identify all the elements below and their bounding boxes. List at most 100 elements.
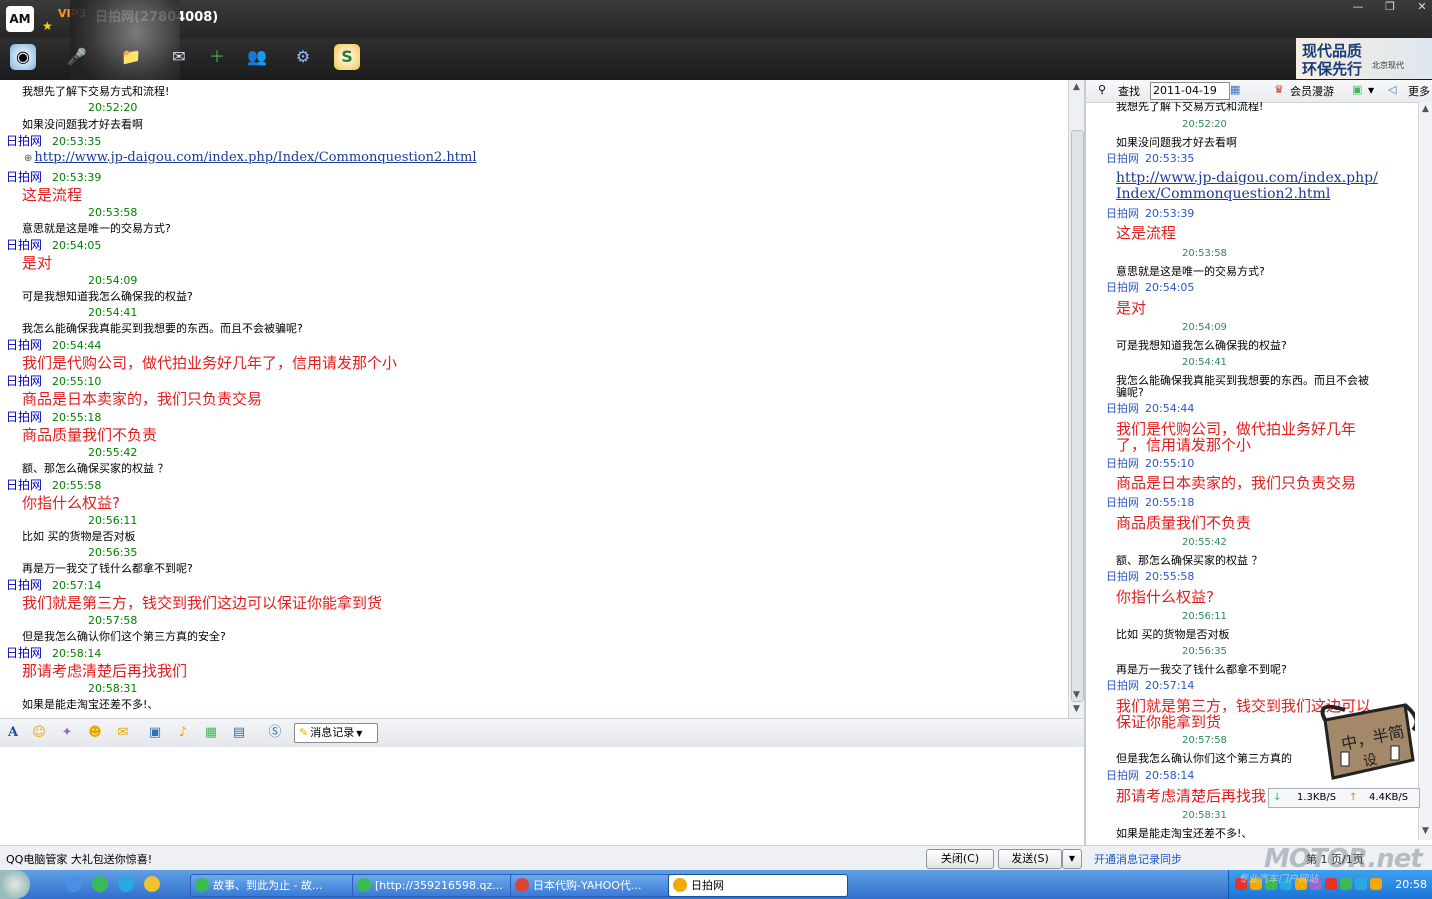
sender-name: 日拍网 [6,374,43,388]
history-row: 日拍网 20:55:10 [1106,455,1194,471]
export-icon[interactable]: ▣ [1352,83,1362,96]
chat-message-area[interactable]: 我想先了解下交易方式和流程! 20:52:20 如果没问题我才好去看啊 日拍网 20:5… [0,80,1068,718]
chat-row: 日拍网 20:55:10 [6,372,101,389]
volume-icon[interactable]: ◁ [1388,83,1396,96]
search-icon[interactable]: ⚲ [1098,83,1106,96]
magic-emoji-icon[interactable]: ✦ [58,724,76,742]
taskbar-button[interactable]: 日拍网 [668,874,848,897]
maximize-button[interactable]: ❐ [1376,0,1404,14]
chat-row: 日拍网 20:55:58 [6,476,101,493]
settings-icon[interactable]: ⚙ [290,44,316,70]
more-label[interactable]: 更多 [1408,83,1430,99]
taskbar-button[interactable]: 日本代购-YAHOO代... [510,874,686,897]
watermark-subtitle: 专业汽车门户网站 [1238,874,1318,885]
qq-penguin-icon[interactable] [144,876,160,892]
timestamp: 20:58:14 [1145,769,1195,782]
upload-icon: ↑ [1349,792,1358,803]
screenshot-icon[interactable]: ▣ [146,724,164,742]
timestamp: 20:56:11 [1182,611,1227,622]
member-roam-label[interactable]: 会员漫游 [1290,83,1334,99]
chat-row: 20:56:35 [88,545,137,559]
message-text: 你指什么权益? [22,494,120,512]
send-options-chevron-icon[interactable]: ▼ [1062,849,1082,869]
history-scrollbar[interactable]: ▲ ▼ [1418,102,1432,840]
timestamp: 20:56:35 [1182,646,1227,657]
message-text: 商品质量我们不负责 [1116,514,1252,532]
message-history-button[interactable]: ✎ 消息记录 ▼ [294,723,378,743]
chat-row: 如果是能走淘宝还差不多!、 [22,696,158,712]
send-button[interactable]: 发送(S) [998,849,1062,869]
chat-row: 商品是日本卖家的，我们只负责交易 [22,388,262,409]
chat-row: 20:57:58 [88,613,137,627]
voice-call-icon[interactable]: 🎤 [64,44,90,70]
taskbar-label: 日本代购-YAHOO代... [533,879,642,892]
start-button[interactable] [0,870,30,899]
chat-row: 我怎么能确保我真能买到我想要的东西。而且不会被骗呢? [22,320,303,336]
message-text: 我想先了解下交易方式和流程! [22,85,170,98]
scrollbar-thumb[interactable] [1071,130,1084,702]
app-add-icon[interactable]: ＋ [204,44,230,70]
chat-scrollbar[interactable]: ▲ ▼ ▼ [1068,80,1085,718]
taskbar-app-icon [515,878,529,892]
group-chat-icon[interactable]: 👥 [244,44,270,70]
sync-history-link[interactable]: 开通消息记录同步 [1094,851,1182,867]
member-roam-icon[interactable]: ♛ [1274,83,1284,96]
message-input[interactable] [0,747,1084,845]
message-link[interactable]: http://www.jp-daigou.com/index.php/Index… [34,150,476,165]
history-date-field[interactable]: 2011-04-19 [1150,82,1230,100]
quicklaunch-2-icon[interactable] [92,876,108,892]
music-icon[interactable]: ♪ [174,724,192,742]
close-window-button[interactable]: ✕ [1408,0,1432,14]
history-row: 再是万一我交了钱什么都拿不到呢? [1116,661,1287,677]
tray-icon[interactable] [1355,878,1367,890]
payment-icon[interactable]: S [334,44,360,70]
history-row: 20:54:09 [1182,319,1227,333]
scroll-up-icon[interactable]: ▲ [1071,82,1082,93]
promo-text[interactable]: QQ电脑管家 大礼包送你惊喜! [6,851,152,867]
chat-row: 但是我怎么确认你们这个第三方真的安全? [22,628,226,644]
scroll-down-icon[interactable]: ▼ [1071,690,1082,701]
chat-row: 额、那怎么确保买家的权益 ？ [22,460,169,476]
tray-icon[interactable] [1370,878,1382,890]
message-text: 再是万一我交了钱什么都拿不到呢? [1116,663,1287,676]
image-icon[interactable]: ▦ [202,724,220,742]
message-link[interactable]: Index/Commonquestion2.html [1116,186,1330,202]
sender-name: 日拍网 [1106,769,1139,782]
minimize-button[interactable]: — [1344,0,1372,14]
quicklaunch-3-icon[interactable] [118,876,134,892]
message-text: 如果没问题我才好去看啊 [22,118,143,131]
timestamp: 20:52:20 [88,101,138,114]
advertisement-banner[interactable]: 现代品质 环保先行 北京现代 [1296,38,1432,79]
close-button[interactable]: 关闭(C) [926,849,994,869]
taskbar-button[interactable]: [http://359216598.qz... [352,874,528,897]
send-file-icon[interactable]: 📁 [118,44,144,70]
message-text: 如果没问题我才好去看啊 [1116,136,1237,149]
tray-icon[interactable] [1340,878,1352,890]
sender-name: 日拍网 [6,478,43,492]
video-call-icon[interactable]: ◉ [10,44,36,70]
message-text: 我怎么能确保我真能买到我想要的东西。而且不会被骗呢? [22,322,303,335]
screen-capture-icon[interactable]: ▤ [230,724,248,742]
history-search-label[interactable]: 查找 [1118,83,1140,99]
message-link[interactable]: http://www.jp-daigou.com/index.php/ [1116,170,1378,186]
font-icon[interactable]: A [4,724,22,742]
chat-row: 日拍网 20:58:14 [6,644,101,661]
export-chevron-icon[interactable]: ▼ [1368,86,1374,95]
payment-small-icon[interactable]: Ⓢ [266,724,284,742]
gift-icon[interactable]: ✉ [114,724,132,742]
send-mail-icon[interactable]: ✉ [166,44,192,70]
ie-icon[interactable] [66,876,82,892]
message-text: 骗呢? [1116,386,1144,399]
scroll-bottom-icon[interactable]: ▼ [1071,704,1082,715]
chat-row: 我们就是第三方，钱交到我们这边可以保证你能拿到货 [22,592,382,613]
windows-taskbar: 20:58 故事、到此为止 - 故... [http://359216598.qz… [0,870,1432,899]
history-scroll-up-icon[interactable]: ▲ [1420,104,1431,115]
tray-icon[interactable] [1325,878,1337,890]
history-scroll-down-icon[interactable]: ▼ [1420,826,1431,837]
emoji-icon[interactable]: ☺ [30,724,48,742]
history-row: 这是流程 [1116,222,1176,243]
calendar-icon[interactable]: ▦ [1230,83,1240,96]
taskbar-button[interactable]: 故事、到此为止 - 故... [190,874,370,897]
shake-window-icon[interactable]: ☻ [86,724,104,742]
chat-row: 20:58:31 [88,681,137,695]
